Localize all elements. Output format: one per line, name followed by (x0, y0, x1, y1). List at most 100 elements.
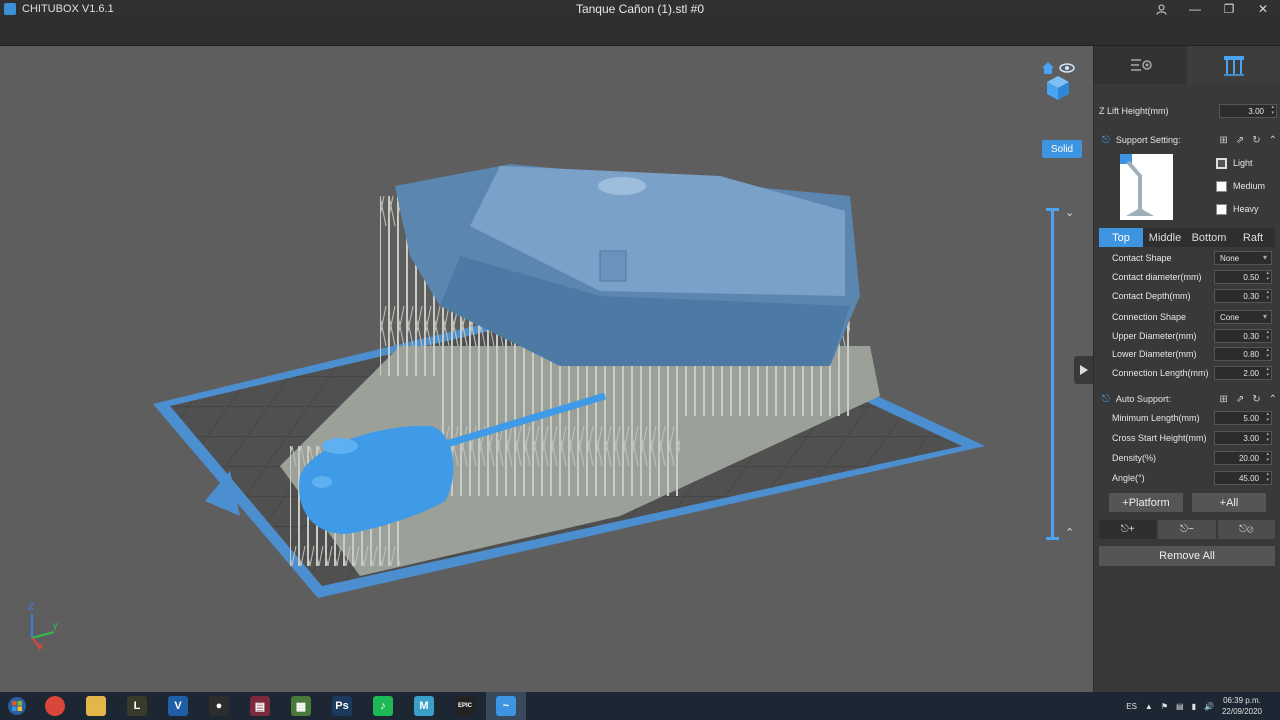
taskbar-photoshop[interactable]: Ps (322, 692, 362, 720)
restore-button[interactable]: ❐ (1212, 0, 1246, 18)
taskbar-minecraft[interactable]: ▦ (281, 692, 321, 720)
auto-refresh-icon[interactable]: ↻ (1252, 394, 1260, 405)
upper-diameter-input[interactable]: 0.30 (1214, 329, 1272, 343)
refresh-icon[interactable]: ↻ (1252, 135, 1260, 146)
3d-viewport[interactable]: Solid ⌄ ⌃ Z Y X (0, 46, 1093, 692)
add-support-tool-icon[interactable]: ⎋+ (1099, 520, 1157, 539)
tray-up-arrow-icon[interactable]: ▲ (1145, 702, 1153, 711)
density-input[interactable]: 20.00 (1214, 451, 1272, 465)
taskbar-app-m[interactable]: M (404, 692, 444, 720)
windows-taskbar: L V ● ▤ ▦ Ps ♪ M EPIC ~ ES ▲ ⚑ ▤ ▮ 🔊 06:39 p.m. 2… (0, 692, 1280, 720)
minimum-length-input[interactable]: 5.00 (1214, 411, 1272, 425)
support-setting-header: ⎋ Support Setting: ⊞ ⇗ ↻ ⌃ (1094, 131, 1280, 149)
taskbar-league-launcher[interactable]: L (117, 692, 157, 720)
tab-top[interactable]: Top (1099, 228, 1143, 247)
taskbar-file-explorer[interactable] (76, 692, 116, 720)
cross-start-height-label: Cross Start Height(mm) (1112, 433, 1207, 443)
volume-icon[interactable]: 🔊 (1204, 702, 1214, 711)
connection-shape-select[interactable]: Cone (1214, 310, 1272, 324)
taskbar-apps: L V ● ▤ ▦ Ps ♪ M EPIC ~ (34, 692, 526, 720)
close-button[interactable]: ✕ (1246, 0, 1280, 18)
z-lift-input[interactable]: 3.00 (1219, 104, 1277, 118)
add-platform-support-button[interactable]: +Platform (1109, 493, 1183, 512)
taskbar-vegas[interactable]: V (158, 692, 198, 720)
density-medium-option[interactable]: Medium (1216, 179, 1265, 193)
density-heavy-checkbox[interactable] (1216, 203, 1227, 215)
import-icon[interactable]: ⊞ (1219, 135, 1227, 146)
angle-label: Angle(°) (1112, 473, 1145, 483)
panel-tabs (1094, 46, 1280, 84)
connection-length-input[interactable]: 2.00 (1214, 366, 1272, 380)
taskbar-epic-games[interactable]: EPIC (445, 692, 485, 720)
edit-support-tool-icon[interactable]: ⎋⊘ (1217, 520, 1275, 539)
epic-games-icon: EPIC (455, 696, 475, 716)
contact-diameter-input[interactable]: 0.50 (1214, 270, 1272, 284)
photoshop-icon: Ps (332, 696, 352, 716)
windows-start-icon[interactable] (0, 692, 34, 720)
auto-support-label: Auto Support: (1115, 394, 1171, 404)
spotify-icon: ♪ (373, 696, 393, 716)
app-m-icon: M (414, 696, 434, 716)
taskbar-app-circle[interactable]: ● (199, 692, 239, 720)
add-all-support-button[interactable]: +All (1192, 493, 1266, 512)
play-arrow-icon (1079, 365, 1088, 375)
battery-icon[interactable]: ▮ (1192, 702, 1196, 711)
angle-input[interactable]: 45.00 (1214, 471, 1272, 485)
tab-bottom[interactable]: Bottom (1187, 228, 1231, 247)
density-row: Density(%) 20.00 (1094, 449, 1280, 467)
taskbar-chitubox[interactable]: ~ (486, 692, 526, 720)
export-icon[interactable]: ⇗ (1236, 135, 1244, 146)
taskbar-spotify[interactable]: ♪ (363, 692, 403, 720)
density-heavy-label: Heavy (1233, 204, 1259, 214)
taskbar-winrar[interactable]: ▤ (240, 692, 280, 720)
upper-diameter-row: Upper Diameter(mm) 0.30 (1094, 327, 1280, 345)
density-medium-label: Medium (1233, 181, 1266, 191)
contact-shape-select[interactable]: None (1214, 251, 1272, 265)
collapse-chevron-up-icon[interactable]: ⌃ (1269, 135, 1277, 146)
lower-diameter-input[interactable]: 0.80 (1214, 347, 1272, 361)
title-bar: CHITUBOX V1.6.1 Tanque Cañon (1).stl #0 … (0, 0, 1280, 18)
language-indicator[interactable]: ES (1126, 702, 1137, 711)
taskbar-chrome[interactable] (35, 692, 75, 720)
density-light-checkbox[interactable] (1216, 157, 1227, 169)
cross-start-height-input[interactable]: 3.00 (1214, 431, 1272, 445)
tab-supports[interactable] (1187, 46, 1280, 84)
minimize-button[interactable]: — (1178, 0, 1212, 18)
render-mode-button[interactable]: Solid (1042, 140, 1082, 158)
clock-time: 06:39 p.m. (1223, 696, 1261, 705)
tab-settings[interactable] (1094, 46, 1187, 84)
density-light-label: Light (1233, 158, 1253, 168)
folder-tray-icon[interactable]: ▤ (1176, 702, 1184, 711)
tab-raft[interactable]: Raft (1231, 228, 1275, 247)
expand-panel-button[interactable] (1074, 356, 1093, 384)
chevron-down-icon[interactable]: ⌄ (1065, 206, 1074, 219)
axis-y-label: Y (52, 622, 59, 633)
contact-shape-row: Contact Shape None (1094, 249, 1280, 267)
remove-all-button[interactable]: Remove All (1099, 546, 1275, 566)
system-clock[interactable]: 06:39 p.m. 22/09/2020 (1222, 695, 1262, 717)
slider-bottom-handle[interactable] (1046, 537, 1059, 540)
user-icon[interactable] (1144, 0, 1178, 18)
auto-import-icon[interactable]: ⊞ (1219, 394, 1227, 405)
density-medium-checkbox[interactable] (1216, 180, 1227, 192)
support-setting-icon: ⎋ (1102, 134, 1110, 146)
z-lift-row: Z Lift Height(mm) 3.00 (1094, 102, 1280, 120)
density-light-option[interactable]: Light (1216, 156, 1253, 170)
remove-support-tool-icon[interactable]: ⎋− (1158, 520, 1216, 539)
density-heavy-option[interactable]: Heavy (1216, 202, 1259, 216)
chitubox-icon: ~ (496, 696, 516, 716)
view-cube-icon[interactable] (1038, 60, 1078, 100)
contact-depth-input[interactable]: 0.30 (1214, 289, 1272, 303)
scene-render (153, 164, 985, 598)
auto-collapse-chevron-up-icon[interactable]: ⌃ (1269, 394, 1277, 405)
tab-middle[interactable]: Middle (1143, 228, 1187, 247)
chitubox-logo-icon (4, 3, 16, 15)
clock-date: 22/09/2020 (1221, 707, 1262, 716)
minimum-length-row: Minimum Length(mm) 5.00 (1094, 409, 1280, 427)
contact-shape-label: Contact Shape (1112, 253, 1172, 263)
slider-track[interactable] (1051, 210, 1054, 540)
minecraft-icon: ▦ (291, 696, 311, 716)
chevron-up-icon[interactable]: ⌃ (1065, 526, 1074, 539)
network-flag-icon[interactable]: ⚑ (1161, 702, 1168, 711)
auto-export-icon[interactable]: ⇗ (1236, 394, 1244, 405)
